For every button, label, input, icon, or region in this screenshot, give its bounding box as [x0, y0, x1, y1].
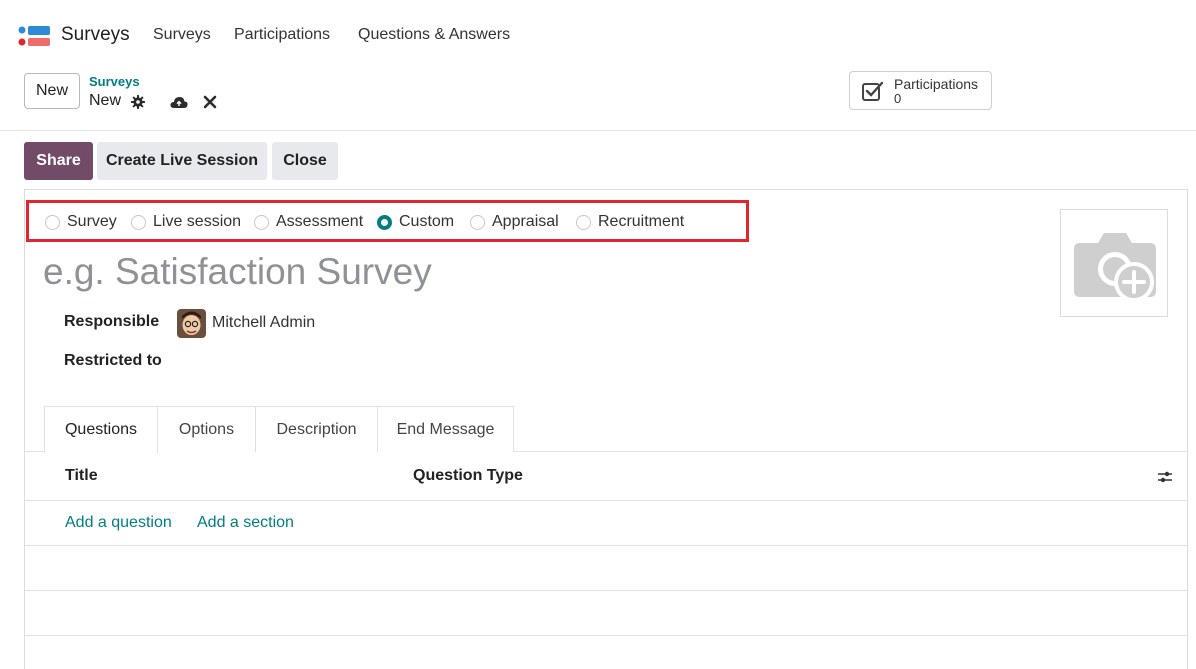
table-row-divider	[25, 545, 1187, 546]
cloud-save-icon[interactable]	[170, 96, 188, 109]
responsible-user[interactable]: Mitchell Admin	[212, 314, 315, 332]
camera-add-icon	[1074, 233, 1156, 302]
survey-image-field[interactable]	[1060, 209, 1168, 317]
radio-assessment[interactable]	[254, 214, 269, 230]
create-live-session-button[interactable]: Create Live Session	[97, 142, 267, 180]
radio-label-custom: Custom	[399, 213, 455, 230]
radio-label-recruitment: Recruitment	[598, 213, 685, 230]
tab-end-message[interactable]: End Message	[377, 406, 514, 452]
discard-x-icon[interactable]	[203, 95, 217, 109]
survey-type-recruitment[interactable]: Recruitment	[576, 212, 684, 232]
avatar	[177, 309, 206, 338]
checkbox-checked-icon	[862, 81, 884, 101]
tab-options[interactable]: Options	[157, 406, 256, 452]
survey-type-custom[interactable]: Custom	[377, 212, 454, 232]
table-row-divider	[25, 590, 1187, 591]
add-section-link[interactable]: Add a section	[197, 514, 294, 532]
new-button[interactable]: New	[24, 73, 80, 109]
gear-icon[interactable]	[131, 95, 145, 109]
list-header-divider	[25, 500, 1187, 501]
column-header-question-type[interactable]: Question Type	[413, 467, 523, 485]
survey-type-appraisal[interactable]: Appraisal	[470, 212, 559, 232]
menu-participations[interactable]: Participations	[234, 26, 330, 44]
close-button[interactable]: Close	[272, 142, 338, 180]
survey-type-assessment[interactable]: Assessment	[254, 212, 363, 232]
menu-questions-answers[interactable]: Questions & Answers	[358, 26, 510, 44]
responsible-label: Responsible	[64, 313, 160, 330]
table-row-divider	[25, 635, 1187, 636]
survey-type-survey[interactable]: Survey	[45, 212, 117, 232]
radio-live-session[interactable]	[131, 214, 146, 230]
survey-title-input[interactable]	[43, 247, 763, 297]
top-navbar: Surveys Surveys Participations Questions…	[0, 0, 1196, 62]
column-header-title[interactable]: Title	[65, 467, 98, 485]
surveys-app-logo-icon[interactable]	[18, 25, 52, 47]
participations-stat-button[interactable]: Participations 0	[849, 71, 992, 110]
app-name[interactable]: Surveys	[61, 24, 130, 46]
user-avatar-icon	[177, 309, 206, 338]
menu-surveys[interactable]: Surveys	[153, 26, 211, 44]
tab-description[interactable]: Description	[255, 406, 378, 452]
stat-value: 0	[894, 91, 902, 106]
radio-custom[interactable]	[377, 214, 392, 230]
radio-label-appraisal: Appraisal	[492, 213, 559, 230]
stat-label: Participations	[894, 76, 979, 92]
optional-columns-icon[interactable]	[1157, 469, 1173, 485]
radio-label-live-session: Live session	[153, 213, 242, 230]
radio-appraisal[interactable]	[470, 214, 485, 230]
share-button[interactable]: Share	[24, 142, 93, 180]
breadcrumb-current: New	[89, 92, 122, 109]
radio-label-survey: Survey	[67, 213, 117, 230]
survey-type-live-session[interactable]: Live session	[131, 212, 241, 232]
radio-recruitment[interactable]	[576, 214, 591, 230]
add-question-link[interactable]: Add a question	[65, 514, 172, 532]
tab-questions[interactable]: Questions	[44, 406, 158, 453]
breadcrumb-surveys[interactable]: Surveys	[89, 74, 140, 89]
restricted-to-label: Restricted to	[64, 352, 162, 369]
radio-label-assessment: Assessment	[276, 213, 364, 230]
radio-survey[interactable]	[45, 214, 60, 230]
control-panel-divider	[0, 130, 1196, 131]
